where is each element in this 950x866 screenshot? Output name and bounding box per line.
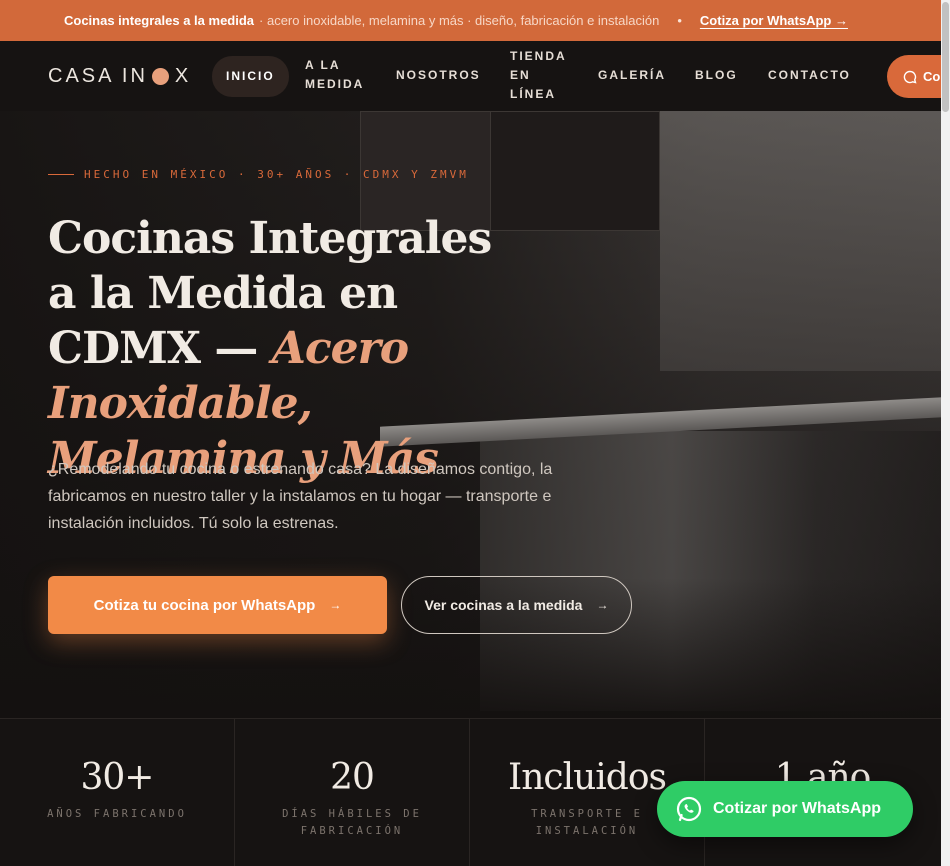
hero-lead: ¿Remodelando tu cocina o estrenando casa… xyxy=(48,461,553,532)
nav-item-blog[interactable]: BLOG xyxy=(695,66,738,85)
nav-item-contacto[interactable]: CONTACTO xyxy=(768,66,851,85)
nav-cta-label: Co xyxy=(923,69,941,84)
nav-item-a-la-medida[interactable]: A LA MEDIDA xyxy=(305,56,375,94)
nav-item-tienda-en-linea[interactable]: TIENDA EN LÍNEA xyxy=(510,47,580,104)
stat-value: 20 xyxy=(330,757,375,798)
ver-cocinas-button[interactable]: Ver cocinas a la medida → xyxy=(401,576,632,634)
stat-label: DÍAS HÁBILES DE FABRICACIÓN xyxy=(282,808,422,837)
announcement-title: Cocinas integrales a la medida xyxy=(64,13,255,28)
announcement-details: · acero inoxidable, melamina y más · dis… xyxy=(259,13,660,28)
hero-headline: Cocinas Integrales a la Medida en CDMX —… xyxy=(48,211,508,486)
logo-circle-icon xyxy=(151,68,169,85)
headline-main: Cocinas Integrales a la Medida en CDMX xyxy=(48,213,492,374)
primary-cta-label: Cotiza tu cocina por WhatsApp xyxy=(93,596,316,614)
nav-item-nosotros[interactable]: NOSOTROS xyxy=(396,66,481,85)
whatsapp-float-label: Cotizar por WhatsApp xyxy=(713,800,881,817)
logo-text-left: CASA IN xyxy=(48,65,148,87)
nav-item-inicio[interactable]: INICIO xyxy=(212,56,289,97)
announcement-whatsapp-link[interactable]: Cotiza por WhatsApp → xyxy=(700,13,848,28)
nav-item-galeria[interactable]: GALERÍA xyxy=(598,66,666,85)
cotiza-whatsapp-button[interactable]: Cotiza tu cocina por WhatsApp → xyxy=(48,576,387,634)
logo-text-right: X xyxy=(174,65,192,87)
whatsapp-icon xyxy=(676,796,702,822)
eyebrow-text: HECHO EN MÉXICO · 30+ AÑOS · CDMX Y ZMVM xyxy=(84,168,469,181)
stat-label: AÑOS FABRICANDO xyxy=(47,808,187,820)
whatsapp-float-button[interactable]: Cotizar por WhatsApp xyxy=(657,781,913,837)
stat-item: 20 DÍAS HÁBILES DE FABRICACIÓN xyxy=(235,719,470,866)
scrollbar-track[interactable] xyxy=(941,0,950,866)
chat-bubble-icon xyxy=(903,70,917,83)
stat-value: 30+ xyxy=(80,757,155,798)
arrow-right-icon: → xyxy=(596,598,609,612)
main-nav: CASA IN X INICIO A LA MEDIDA NOSOTROS TI… xyxy=(0,41,950,111)
scrollbar-thumb[interactable] xyxy=(942,2,949,112)
stat-item: 30+ AÑOS FABRICANDO xyxy=(0,719,235,866)
hero-eyebrow: HECHO EN MÉXICO · 30+ AÑOS · CDMX Y ZMVM xyxy=(48,168,469,181)
announcement-bar: Cocinas integrales a la medida · acero i… xyxy=(0,0,950,41)
announcement-separator: • xyxy=(677,13,682,28)
site-logo[interactable]: CASA IN X xyxy=(48,65,191,88)
secondary-cta-label: Ver cocinas a la medida xyxy=(424,597,583,613)
hero-photo-cabinet-dark xyxy=(490,111,660,231)
eyebrow-line xyxy=(48,174,74,175)
hero-photo-window xyxy=(660,111,950,371)
arrow-right-icon: → xyxy=(329,598,342,612)
hero-section: HECHO EN MÉXICO · 30+ AÑOS · CDMX Y ZMVM… xyxy=(0,111,950,718)
headline-dash: — xyxy=(214,323,258,374)
